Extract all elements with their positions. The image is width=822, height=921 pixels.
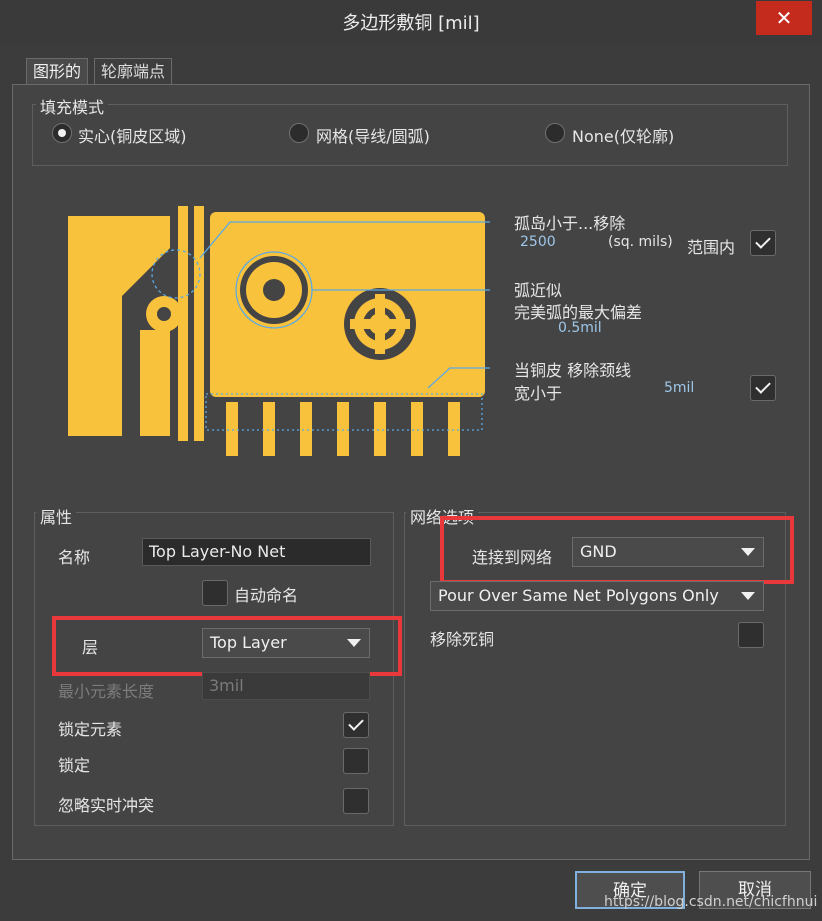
pour-mode-dropdown[interactable]: Pour Over Same Net Polygons Only bbox=[430, 581, 764, 611]
auto-name-label: 自动命名 bbox=[234, 586, 299, 605]
neck-label-1: 当铜皮 移除颈线 bbox=[514, 361, 632, 380]
name-input[interactable]: Top Layer-No Net bbox=[142, 538, 371, 566]
island-within-label: 范围内 bbox=[687, 238, 736, 257]
copper-finger-7 bbox=[448, 402, 460, 456]
island-label: 孤岛小于...移除 bbox=[514, 214, 626, 233]
min-length-input: 3mil bbox=[202, 672, 370, 700]
island-checkbox[interactable] bbox=[750, 230, 776, 256]
polygon-diagram bbox=[68, 206, 490, 456]
locked-label: 锁定 bbox=[58, 756, 91, 775]
island-value: 2500 bbox=[520, 234, 556, 250]
neck-value: 5mil bbox=[664, 380, 695, 396]
radio-none[interactable] bbox=[545, 123, 565, 143]
radio-hatched-label: 网格(导线/圆弧) bbox=[316, 127, 430, 146]
radio-solid[interactable] bbox=[52, 123, 72, 143]
copper-finger-3 bbox=[300, 402, 312, 456]
pad-hole bbox=[263, 279, 285, 301]
close-button[interactable]: ✕ bbox=[756, 1, 812, 35]
copper-finger-2 bbox=[263, 402, 275, 456]
copper-finger-5 bbox=[374, 402, 386, 456]
ignore-violations-checkbox[interactable] bbox=[343, 788, 369, 814]
dialog-title: 多边形敷铜 [mil] bbox=[342, 13, 480, 34]
radio-none-label: None(仅轮廓) bbox=[572, 127, 675, 146]
min-length-label: 最小元素长度 bbox=[58, 682, 155, 701]
tab-outline-vertices[interactable]: 轮廓端点 bbox=[94, 58, 173, 86]
copper-finger-1 bbox=[226, 402, 238, 456]
properties-legend: 属性 bbox=[36, 504, 77, 528]
lock-primitives-checkbox[interactable] bbox=[343, 712, 369, 738]
neck-label-2: 宽小于 bbox=[514, 384, 563, 403]
arc-label: 弧近似 bbox=[514, 281, 563, 300]
ignore-violations-label: 忽略实时冲突 bbox=[58, 796, 155, 815]
locked-checkbox[interactable] bbox=[343, 748, 369, 774]
copper-trace-1 bbox=[178, 206, 188, 441]
tab-graphics[interactable]: 图形的 bbox=[26, 58, 89, 86]
watermark: https://blog.csdn.net/chicfhnui bbox=[604, 894, 818, 910]
layer-highlight-box bbox=[52, 616, 402, 676]
copper-shape-lower bbox=[140, 330, 170, 436]
pour-mode-value: Pour Over Same Net Polygons Only bbox=[438, 586, 719, 605]
pad-hole-small bbox=[157, 307, 171, 321]
radio-solid-label: 实心(铜皮区域) bbox=[78, 127, 187, 146]
remove-dead-copper-checkbox[interactable] bbox=[738, 622, 764, 648]
arc-value: 0.5mil bbox=[558, 320, 602, 336]
name-label: 名称 bbox=[58, 548, 91, 567]
auto-name-checkbox[interactable] bbox=[202, 580, 228, 606]
fill-mode-legend: 填充模式 bbox=[36, 94, 109, 118]
copper-finger-4 bbox=[337, 402, 349, 456]
island-unit: (sq. mils) bbox=[608, 234, 673, 250]
copper-finger-6 bbox=[411, 402, 423, 456]
radio-hatched[interactable] bbox=[289, 123, 309, 143]
chevron-down-icon bbox=[741, 592, 755, 600]
neck-checkbox[interactable] bbox=[750, 375, 776, 401]
copper-trace-2 bbox=[194, 206, 204, 441]
thermal-spoke-v bbox=[375, 294, 385, 354]
lock-primitives-label: 锁定元素 bbox=[58, 720, 123, 739]
net-highlight-box bbox=[440, 516, 794, 584]
remove-dead-copper-label: 移除死铜 bbox=[430, 630, 495, 649]
